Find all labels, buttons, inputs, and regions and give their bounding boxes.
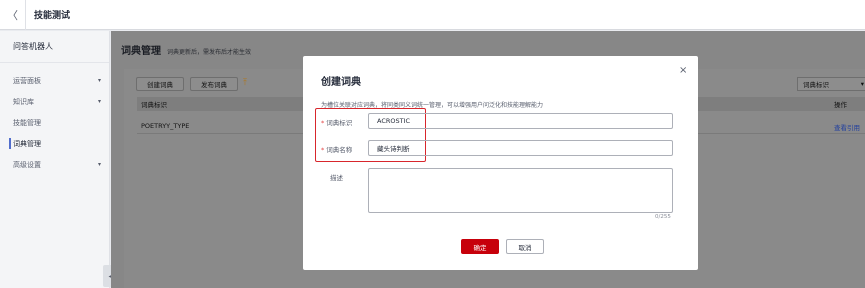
create-dictionary-button[interactable]: 创建词典 [136,77,184,91]
search-field-select[interactable]: 词典标识 ▾ [797,77,865,91]
chevron-down-icon: ▾ [97,77,101,84]
view-reference-link[interactable]: 查看引用 [834,122,860,132]
column-header-ops: 操作 [834,101,847,109]
column-header-id: 词典标识 [141,101,167,109]
character-counter: 0/255 [655,214,671,220]
dialog-title: 创建词典 [321,77,361,88]
chevron-down-icon: ▾ [860,80,864,88]
required-mark: * [321,146,325,154]
select-value: 词典标识 [803,81,829,89]
dictionary-name-input[interactable]: 藏头诗判断 [368,140,673,156]
page-subtitle: 词典更新后，需发布后才能生效 [167,49,252,56]
sidebar-item-label: 词典管理 [13,139,41,148]
page-title: 词典管理 [121,46,161,57]
cancel-button[interactable]: 取消 [506,239,544,254]
page-header-title: 技能测试 [34,11,71,21]
chevron-left-icon: 〈 [7,8,18,22]
back-button[interactable]: 〈 [0,0,26,30]
page-heading: 词典管理 词典更新后，需发布后才能生效 [121,42,251,57]
description-label: 描述 [330,174,343,182]
sidebar-item-label: 高级设置 [13,160,41,169]
sidebar-item-knowledge-base[interactable]: 知识库 ▾ [0,91,109,112]
create-dictionary-dialog: 创建词典 × 为槽位关联对应词典，将同类同义词统一管理，可以增强用户问泛化和技能… [303,56,698,270]
sidebar-item-advanced-settings[interactable]: 高级设置 ▾ [0,154,109,175]
sidebar-item-label: 技能管理 [13,118,41,127]
sidebar-header: 问答机器人 [0,31,109,63]
top-bar: 〈 技能测试 [0,0,865,30]
chevron-down-icon: ▾ [97,98,101,105]
chevron-down-icon: ▾ [97,161,101,168]
description-textarea[interactable] [368,168,673,213]
publish-dictionary-button[interactable]: 发布词典 [190,77,238,91]
confirm-button[interactable]: 确定 [461,239,499,254]
dictionary-id-cell: POETRYY_TYPE [141,122,190,130]
sidebar-item-ops-panel[interactable]: 运营面板 ▾ [0,70,109,91]
required-mark: * [321,119,325,127]
sidebar-item-label: 知识库 [13,97,34,106]
dictionary-id-label: * 词典标识 [321,119,353,127]
dictionary-id-input[interactable]: ACROSTIC [368,113,673,129]
dictionary-name-label: * 词典名称 [321,146,353,154]
sidebar: 问答机器人 运营面板 ▾ 知识库 ▾ 技能管理 词典管理 高级设置 ▾ [0,31,110,288]
sidebar-item-dictionary-management[interactable]: 词典管理 [0,133,109,154]
sidebar-item-label: 运营面板 [13,76,41,85]
sidebar-item-skill-management[interactable]: 技能管理 [0,112,109,133]
upload-icon[interactable]: ⤒ [243,78,247,88]
close-icon[interactable]: × [679,65,687,76]
